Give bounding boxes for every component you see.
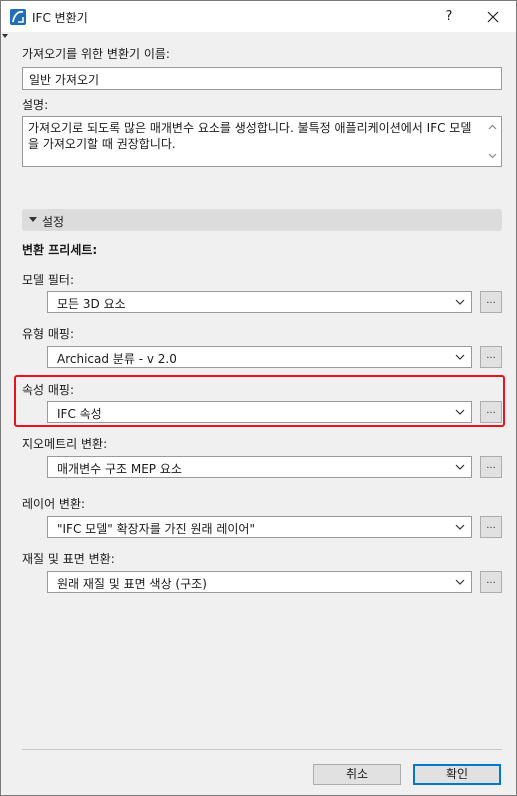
title-bar: IFC 변환기 ? — [1, 1, 516, 32]
layer-conversion-value: "IFC 모델" 확장자를 가진 원래 레이어" — [57, 522, 255, 536]
translator-name-input[interactable]: 일반 가져오기 — [22, 67, 502, 90]
geometry-conversion-dropdown[interactable]: 매개변수 구조 MEP 요소 — [47, 456, 472, 478]
property-mapping-dropdown[interactable]: IFC 속성 — [47, 401, 472, 423]
description-text: 가져오기로 되도록 많은 매개변수 요소를 생성합니다. 불특정 애플리케이션에… — [28, 121, 472, 151]
description-textarea[interactable]: 가져오기로 되도록 많은 매개변수 요소를 생성합니다. 불특정 애플리케이션에… — [22, 116, 502, 167]
geometry-conversion-value: 매개변수 구조 MEP 요소 — [57, 462, 182, 476]
scroll-up-icon[interactable] — [488, 124, 497, 130]
window-title: IFC 변환기 — [32, 11, 88, 25]
type-mapping-label: 유형 매핑: — [22, 327, 75, 341]
geometry-conversion-more-button[interactable]: ... — [480, 456, 502, 478]
model-filter-dropdown[interactable]: 모든 3D 요소 — [47, 291, 472, 313]
chevron-down-icon — [455, 464, 465, 470]
property-mapping-more-button[interactable]: ... — [480, 401, 502, 423]
footer-divider — [22, 749, 502, 750]
ok-button[interactable]: 확인 — [413, 764, 501, 785]
material-conversion-more-button[interactable]: ... — [480, 571, 502, 593]
material-conversion-value: 원래 재질 및 표면 색상 (구조) — [57, 577, 207, 591]
resize-marker-icon — [2, 34, 8, 38]
model-filter-more-button[interactable]: ... — [480, 291, 502, 313]
model-filter-label: 모델 필터: — [22, 273, 75, 287]
material-conversion-dropdown[interactable]: 원래 재질 및 표면 색상 (구조) — [47, 571, 472, 593]
settings-section-header[interactable]: 설정 — [22, 209, 502, 231]
description-label: 설명: — [22, 98, 49, 112]
type-mapping-more-button[interactable]: ... — [480, 346, 502, 368]
type-mapping-dropdown[interactable]: Archicad 분류 - v 2.0 — [47, 346, 472, 368]
layer-conversion-more-button[interactable]: ... — [480, 516, 502, 538]
chevron-down-icon — [455, 299, 465, 305]
material-conversion-label: 재질 및 표면 변환: — [22, 552, 115, 566]
scroll-down-icon[interactable] — [488, 153, 497, 159]
ifc-translator-dialog: IFC 변환기 ? 가져오기를 위한 변환기 이름: 일반 가져오기 설명: 가… — [0, 0, 517, 796]
chevron-down-icon — [455, 354, 465, 360]
help-button[interactable]: ? — [437, 5, 461, 29]
geometry-conversion-label: 지오메트리 변환: — [22, 437, 108, 451]
cancel-button[interactable]: 취소 — [313, 764, 401, 785]
property-mapping-label: 속성 매핑: — [22, 383, 75, 397]
translator-name-label: 가져오기를 위한 변환기 이름: — [22, 47, 170, 61]
model-filter-value: 모든 3D 요소 — [57, 297, 126, 311]
chevron-down-icon — [455, 579, 465, 585]
layer-conversion-label: 레이어 변환: — [22, 497, 86, 511]
chevron-down-icon — [455, 409, 465, 415]
layer-conversion-dropdown[interactable]: "IFC 모델" 확장자를 가진 원래 레이어" — [47, 516, 472, 538]
close-button[interactable] — [479, 5, 507, 29]
property-mapping-value: IFC 속성 — [57, 407, 102, 421]
close-icon — [487, 11, 499, 23]
collapse-triangle-icon — [29, 217, 37, 222]
description-scrollbar[interactable] — [485, 118, 500, 165]
presets-heading: 변환 프리세트: — [22, 243, 98, 257]
type-mapping-value: Archicad 분류 - v 2.0 — [57, 352, 177, 366]
archicad-app-icon — [10, 9, 26, 25]
settings-section-title: 설정 — [42, 215, 65, 229]
chevron-down-icon — [455, 524, 465, 530]
